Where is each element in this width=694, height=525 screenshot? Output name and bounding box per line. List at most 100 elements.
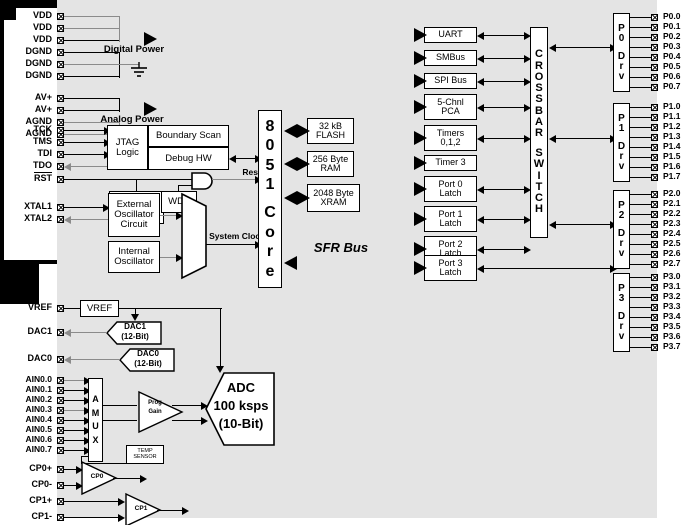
p2drv-letter-5: v	[618, 247, 625, 259]
xbar-letter-7: R	[535, 127, 543, 139]
amux-letter-1: M	[91, 407, 100, 418]
pin-square-dgnd-0	[57, 49, 64, 56]
p1drv-letter-4: r	[619, 150, 624, 162]
pin-square-agnd-0	[57, 119, 64, 126]
pin-label-tck: TCK	[33, 124, 53, 134]
pin-label-ain-3: AIN0.3	[25, 404, 52, 414]
pin-square-p3-3	[651, 304, 658, 311]
pin-square-p1-3	[651, 134, 658, 141]
p3drv-letter-0: P	[618, 282, 625, 294]
pin-label-p1-6: P1.6	[663, 161, 681, 171]
wire-avplus-bus	[119, 98, 121, 112]
wire-avplus-0	[64, 98, 120, 100]
pin-label-p3-1: P3.1	[663, 281, 681, 291]
pin-square-p3-1	[651, 284, 658, 291]
sfr-bus-arrow	[284, 256, 297, 270]
port0-driver-block: P 0 D r v	[613, 13, 630, 92]
wire-bus-port3-arrow	[414, 261, 427, 275]
pin-label-p0-0: P0.0	[663, 11, 681, 21]
wire-pga-adc-0	[172, 405, 204, 407]
wire-dac1-out	[67, 332, 107, 334]
wire-vdd-0	[64, 16, 120, 18]
pin-square-p0-1	[651, 24, 658, 31]
wire-dgnd-1	[64, 64, 120, 66]
wire-smbus-xbar	[484, 58, 527, 60]
amux-letter-2: U	[92, 421, 99, 431]
pin-label-tms: TMS	[33, 136, 52, 146]
spi-bus-block: SPI Bus	[424, 73, 477, 89]
wire-cp1p	[64, 501, 121, 503]
pin-square-p0-0	[651, 14, 658, 21]
core-letter-1: 0	[265, 137, 275, 155]
pin-label-p3-6: P3.6	[663, 331, 681, 341]
wire-port3-driver-arrow-l	[477, 264, 484, 273]
vref-block: VREF	[80, 300, 119, 317]
pin-square-dgnd-2	[57, 73, 64, 80]
wire-xbar-p1	[556, 138, 613, 140]
wire-tdo	[67, 166, 110, 168]
p2drv-letter-3: D	[617, 227, 626, 239]
p2drv-letter-0: P	[618, 199, 625, 211]
wire-spi-xbar-arrow-l	[477, 77, 484, 86]
pin-label-p1-7: P1.7	[663, 171, 681, 181]
pin-label-p3-4: P3.4	[663, 311, 681, 321]
pin-square-ain-1	[57, 387, 64, 394]
p0drv-letter-1: 0	[618, 32, 625, 44]
pin-label-p1-0: P1.0	[663, 101, 681, 111]
pga-block	[138, 390, 184, 434]
digital-power-arrow	[144, 32, 157, 46]
jtag-logic-line-1: JTAG	[115, 136, 140, 148]
pin-label-p1-3: P1.3	[663, 131, 681, 141]
xbar-letter-14: H	[535, 203, 543, 216]
timers012-line-2: 0,1,2	[440, 137, 461, 147]
amux-block: A M U X	[88, 378, 103, 462]
pin-square-p3-7	[651, 344, 658, 351]
wire-core-ram-arrow-r	[297, 157, 310, 171]
pin-square-tck	[57, 127, 64, 134]
pin-square-p2-6	[651, 251, 658, 258]
wire-uart-xbar-arrow-l	[477, 31, 484, 40]
pin-square-vdd-0	[57, 13, 64, 20]
pin-square-rst	[57, 176, 64, 183]
and-gate-icon	[191, 172, 213, 190]
pin-label-p3-3: P3.3	[663, 301, 681, 311]
wire-vref-out	[118, 308, 222, 310]
cpu-core-block: 8 0 5 1 C o r e	[258, 110, 282, 288]
adc-block	[205, 372, 275, 446]
pin-square-p2-7	[651, 261, 658, 268]
wire-vref-in	[64, 308, 81, 310]
wire-xbar-p2	[556, 224, 613, 226]
p0drv-letter-4: r	[619, 60, 624, 72]
wire-dgnd-2	[64, 76, 120, 78]
ext-osc-line-3: Circuit	[120, 218, 148, 230]
pin-square-p2-0	[651, 191, 658, 198]
wire-core-ram-arrow-l	[284, 157, 297, 171]
amux-letter-3: X	[92, 434, 99, 445]
flash-line-2: FLASH	[315, 130, 345, 140]
wire-core-flash-arrow-r	[297, 124, 310, 138]
wire-cp0-out-arrow	[140, 474, 147, 483]
wire-bus-port0-arrow	[414, 182, 427, 196]
ram-block: 256 Byte RAM	[307, 151, 354, 177]
port0-latch-line-2: Latch	[439, 188, 462, 198]
wire-vdd-2	[64, 40, 120, 42]
pin-square-avplus-0	[57, 95, 64, 102]
wire-avplus-1	[64, 110, 120, 112]
pin-label-p1-1: P1.1	[663, 111, 681, 121]
pin-square-p2-4	[651, 231, 658, 238]
pin-label-rst-text: RST	[34, 172, 52, 183]
port2-driver-block: P 2 D r v	[613, 190, 630, 269]
analog-power-arrow	[144, 102, 157, 116]
pin-square-vdd-2	[57, 37, 64, 44]
wire-tdo-arrow	[64, 162, 71, 171]
port1-driver-block: P 1 D r v	[613, 103, 630, 182]
pin-label-xtal2: XTAL2	[24, 213, 52, 223]
wire-system-clock	[206, 244, 258, 246]
pin-square-p2-2	[651, 211, 658, 218]
pin-label-p0-6: P0.6	[663, 71, 681, 81]
wire-xbar-p0-arrow-l	[549, 43, 556, 52]
wire-timers012-xbar	[484, 138, 527, 140]
p0drv-letter-5: v	[618, 70, 625, 82]
xram-line-2: XRAM	[320, 197, 347, 207]
wire-uart-xbar	[484, 35, 527, 37]
